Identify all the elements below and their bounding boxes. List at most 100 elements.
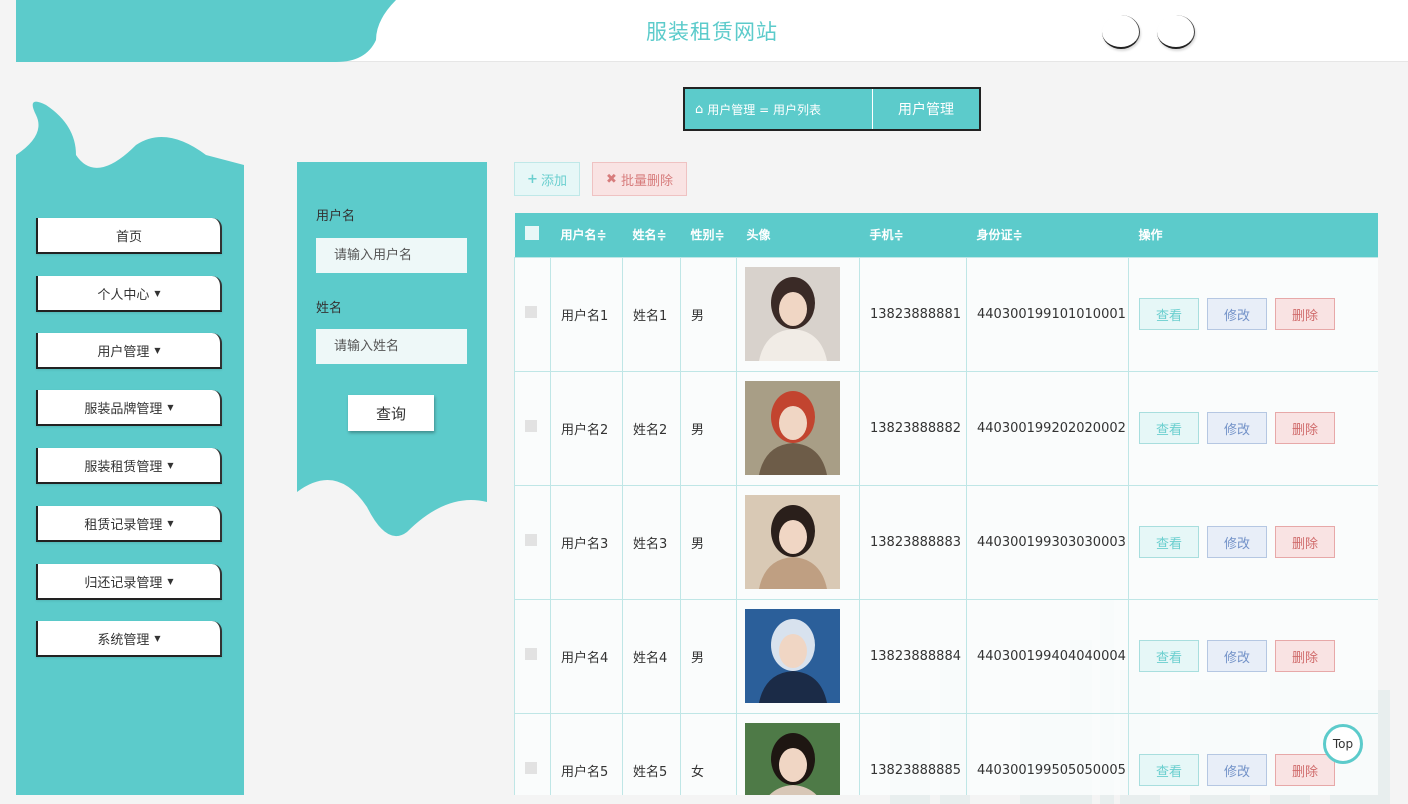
cell-id-card: 440300199101010001: [966, 256, 1129, 372]
sidebar-item-home[interactable]: 首页: [36, 218, 222, 254]
cell-name: 姓名1: [622, 256, 681, 372]
cell-id-card: 440300199404040004: [966, 598, 1129, 714]
username-input[interactable]: [316, 238, 467, 273]
breadcrumb-current: 用户管理: [898, 102, 954, 118]
back-to-top-button[interactable]: Top: [1323, 724, 1363, 764]
avatar[interactable]: [745, 267, 840, 361]
sidebar-item-personal-center[interactable]: 个人中心 ▼: [36, 276, 222, 312]
cell-phone: 13823888884: [859, 598, 967, 714]
user-table: 用户名≑ 姓名≑ 性别≑ 头像 手机≑ 身份证≑ 操作 用户名1 姓名1 男 1…: [514, 213, 1378, 795]
avatar[interactable]: [745, 495, 840, 589]
header-name[interactable]: 姓名≑: [623, 213, 681, 257]
batch-delete-button[interactable]: ✖ 批量删除: [592, 162, 687, 196]
view-button[interactable]: 查看: [1139, 526, 1199, 558]
sidebar-item-return-records[interactable]: 归还记录管理 ▼: [36, 564, 222, 600]
delete-button[interactable]: 删除: [1275, 526, 1335, 558]
avatar[interactable]: [745, 723, 840, 795]
row-checkbox[interactable]: [525, 762, 537, 774]
site-title: 服装租赁网站: [646, 20, 778, 44]
delete-button[interactable]: 删除: [1275, 754, 1335, 786]
add-button-label: 添加: [540, 173, 567, 189]
header-actions: 操作: [1138, 228, 1163, 243]
cell-avatar: [736, 256, 860, 372]
header-avatar: 头像: [746, 228, 771, 243]
caret-down-icon: ▼: [154, 288, 161, 298]
caret-down-icon: ▼: [154, 345, 161, 355]
cell-id-card: 440300199202020002: [966, 370, 1129, 486]
cell-username: 用户名1: [550, 256, 623, 372]
row-checkbox[interactable]: [525, 420, 537, 432]
row-checkbox[interactable]: [525, 306, 537, 318]
plus-icon: +: [527, 171, 538, 187]
header-circle-button-1[interactable]: [1102, 15, 1140, 49]
row-checkbox[interactable]: [525, 648, 537, 660]
sidebar-item-rental-management[interactable]: 服装租赁管理 ▼: [36, 448, 222, 484]
caret-down-icon: ▼: [167, 460, 174, 470]
view-button[interactable]: 查看: [1139, 412, 1199, 444]
delete-button[interactable]: 删除: [1275, 640, 1335, 672]
name-input[interactable]: [316, 329, 467, 364]
username-label: 用户名: [316, 209, 356, 224]
cell-username: 用户名3: [550, 484, 623, 600]
edit-button[interactable]: 修改: [1207, 298, 1267, 330]
row-checkbox[interactable]: [525, 534, 537, 546]
sidebar-item-user-management[interactable]: 用户管理 ▼: [36, 333, 222, 369]
edit-button[interactable]: 修改: [1207, 412, 1267, 444]
edit-button[interactable]: 修改: [1207, 640, 1267, 672]
cell-actions: 查看 修改 删除: [1128, 256, 1378, 372]
sidebar-item-rental-records[interactable]: 租赁记录管理 ▼: [36, 506, 222, 542]
header-phone[interactable]: 手机≑: [860, 213, 967, 257]
cell-gender: 女: [680, 712, 737, 795]
cell-gender: 男: [680, 484, 737, 600]
cell-phone: 13823888883: [859, 484, 967, 600]
header-circle-button-2[interactable]: [1157, 15, 1195, 49]
sidebar-item-label: 系统管理: [97, 632, 150, 648]
cell-name: 姓名3: [622, 484, 681, 600]
cell-avatar: [736, 370, 860, 486]
row-select-cell: [514, 484, 551, 600]
view-button[interactable]: 查看: [1139, 754, 1199, 786]
header-id-card[interactable]: 身份证≑: [967, 213, 1129, 257]
cell-avatar: [736, 484, 860, 600]
cell-name: 姓名4: [622, 598, 681, 714]
cell-actions: 查看 修改 删除: [1128, 598, 1378, 714]
avatar[interactable]: [745, 381, 840, 475]
header-username[interactable]: 用户名≑: [551, 213, 623, 257]
cell-username: 用户名2: [550, 370, 623, 486]
row-select-cell: [514, 256, 551, 372]
cell-avatar: [736, 598, 860, 714]
cell-id-card: 440300199303030003: [966, 484, 1129, 600]
view-button[interactable]: 查看: [1139, 298, 1199, 330]
caret-down-icon: ▼: [154, 633, 161, 643]
table-row: 用户名1 姓名1 男 13823888881 44030019910101000…: [514, 256, 1378, 372]
select-all-cell: [515, 213, 551, 257]
cell-actions: 查看 修改 删除: [1128, 484, 1378, 600]
cell-avatar: [736, 712, 860, 795]
sidebar-item-label: 服装品牌管理: [84, 401, 163, 417]
sidebar-item-label: 用户管理: [97, 344, 150, 360]
table-row: 用户名4 姓名4 男 13823888884 44030019940404000…: [514, 598, 1378, 714]
header-gender[interactable]: 性别≑: [681, 213, 737, 257]
batch-delete-label: 批量删除: [620, 173, 673, 189]
sidebar-item-brand-management[interactable]: 服装品牌管理 ▼: [36, 390, 222, 426]
row-select-cell: [514, 370, 551, 486]
select-all-checkbox[interactable]: [524, 226, 539, 241]
avatar[interactable]: [745, 609, 840, 703]
cell-username: 用户名4: [550, 598, 623, 714]
table-row: 用户名3 姓名3 男 13823888883 44030019930303000…: [514, 484, 1378, 600]
breadcrumb-path[interactable]: ⌂ 用户管理 = 用户列表: [685, 89, 873, 129]
cell-gender: 男: [680, 370, 737, 486]
cell-id-card: 440300199505050005: [966, 712, 1129, 795]
add-button[interactable]: + 添加: [514, 162, 580, 196]
delete-button[interactable]: 删除: [1275, 412, 1335, 444]
edit-button[interactable]: 修改: [1207, 754, 1267, 786]
cell-actions: 查看 修改 删除: [1128, 370, 1378, 486]
cell-phone: 13823888882: [859, 370, 967, 486]
close-icon: ✖: [606, 171, 617, 187]
view-button[interactable]: 查看: [1139, 640, 1199, 672]
edit-button[interactable]: 修改: [1207, 526, 1267, 558]
search-button[interactable]: 查询: [348, 395, 434, 431]
row-select-cell: [514, 598, 551, 714]
sidebar-item-system-management[interactable]: 系统管理 ▼: [36, 621, 222, 657]
delete-button[interactable]: 删除: [1275, 298, 1335, 330]
